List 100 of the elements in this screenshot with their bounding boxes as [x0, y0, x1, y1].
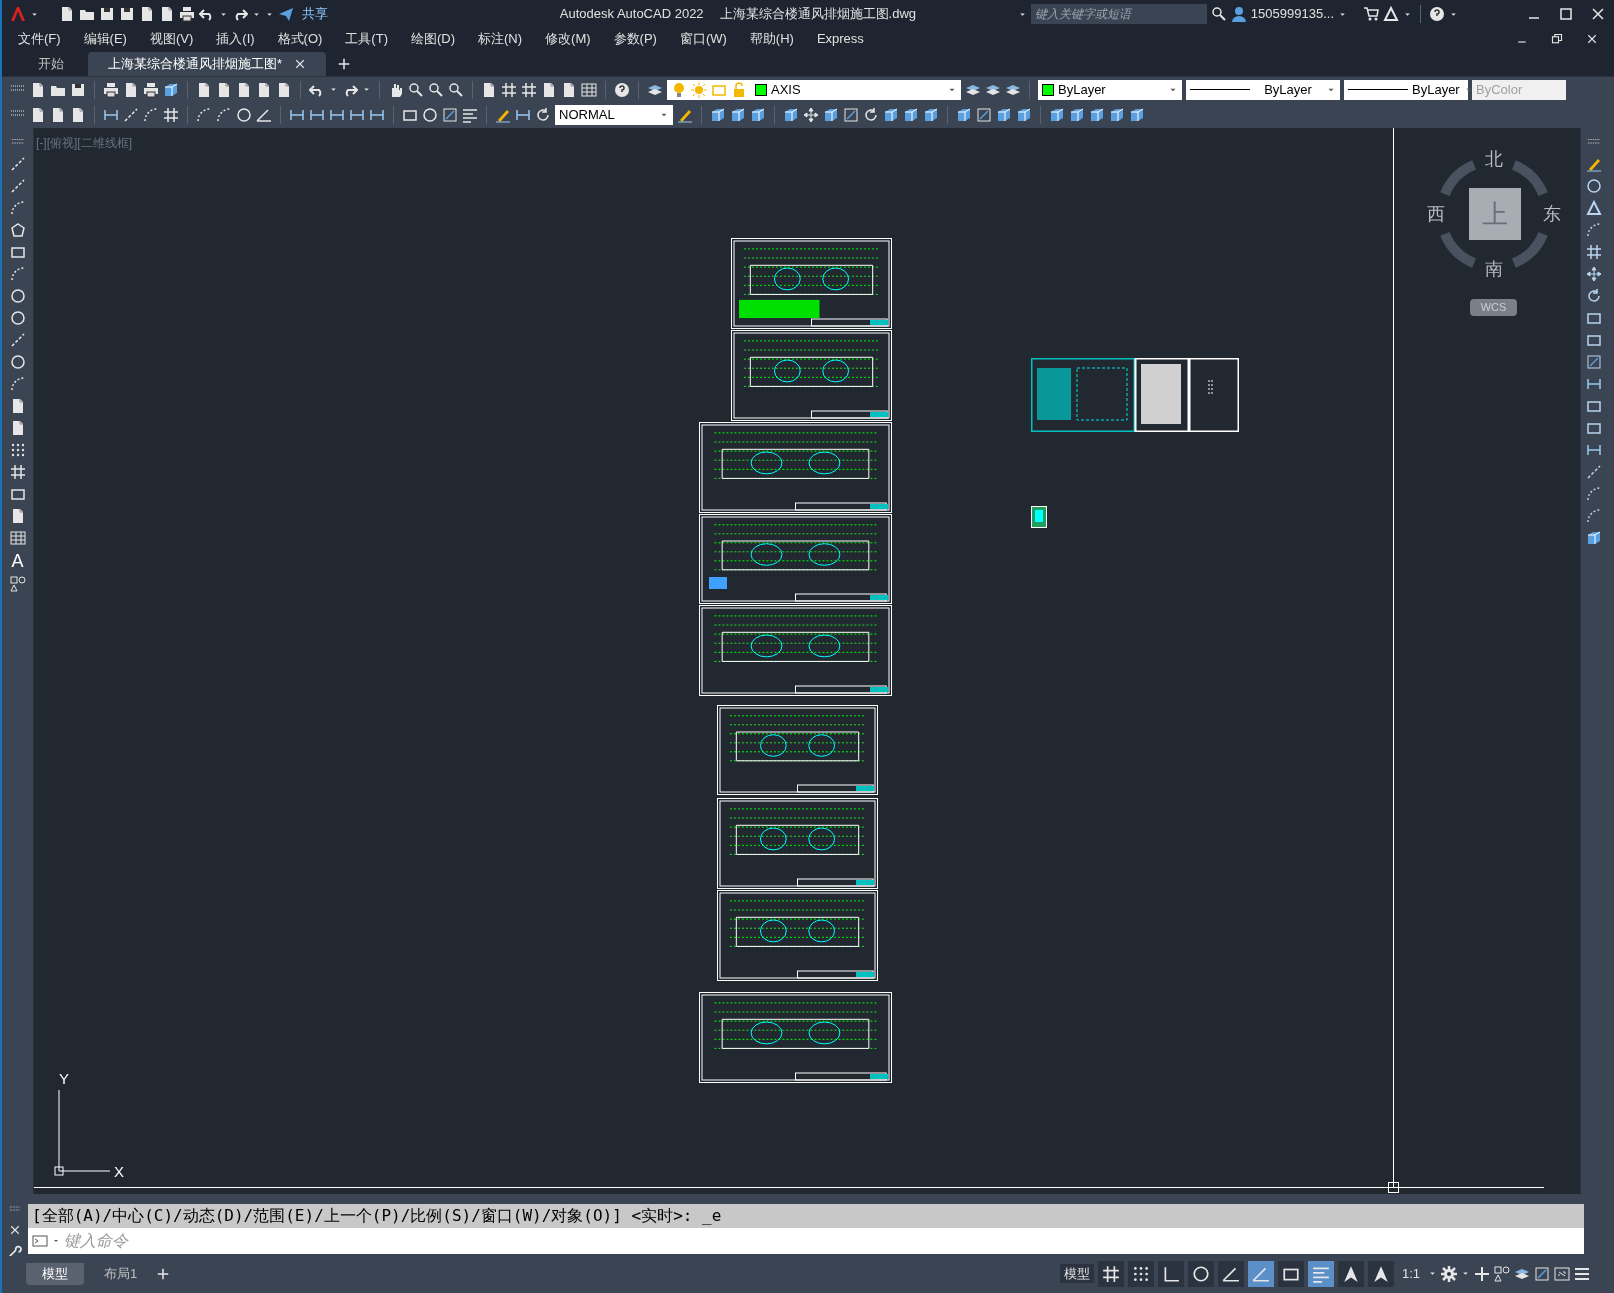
line-icon[interactable] — [9, 156, 26, 172]
status-toggle[interactable] — [1127, 1260, 1154, 1287]
save-icon[interactable] — [119, 6, 135, 22]
linetype-dropdown[interactable]: ByLayer — [1186, 79, 1340, 100]
print-icon[interactable] — [179, 6, 195, 22]
document-icon[interactable] — [50, 107, 66, 123]
close-icon[interactable] — [1586, 33, 1598, 45]
cube-icon[interactable] — [1129, 107, 1145, 123]
table-icon[interactable] — [581, 81, 597, 98]
maximize-icon[interactable] — [1558, 6, 1574, 22]
pencil-icon[interactable] — [1585, 156, 1602, 172]
document-icon[interactable] — [561, 81, 577, 98]
layout-tab[interactable]: 布局1 — [88, 1262, 154, 1285]
compass-ring-segment[interactable] — [1511, 160, 1548, 197]
rectangle-icon[interactable] — [1585, 398, 1602, 414]
compass-east[interactable]: 东 — [1543, 204, 1561, 224]
print-icon[interactable] — [143, 81, 159, 98]
close-icon[interactable] — [9, 1224, 21, 1236]
move-icon[interactable] — [1585, 266, 1602, 282]
grid-icon[interactable] — [163, 107, 179, 123]
caret-icon[interactable] — [1428, 1269, 1437, 1278]
cube-icon[interactable] — [1049, 107, 1065, 123]
document-icon[interactable] — [541, 81, 557, 98]
line-icon[interactable] — [1585, 464, 1602, 480]
compass-ring-segment[interactable] — [1440, 231, 1477, 268]
search-field[interactable]: 键入关键字或短语 — [1030, 4, 1207, 24]
restore-icon[interactable] — [1551, 33, 1563, 45]
color-dropdown[interactable]: ByLayer — [1038, 79, 1182, 100]
cube-icon[interactable] — [1109, 107, 1125, 123]
document-icon[interactable] — [30, 81, 46, 98]
rectangle-icon[interactable] — [9, 244, 26, 260]
layout-tab[interactable]: 模型 — [26, 1262, 84, 1285]
document-icon[interactable] — [196, 81, 212, 98]
polygon-icon[interactable] — [9, 222, 26, 238]
help-icon[interactable] — [1429, 6, 1445, 22]
menu-item[interactable]: Express — [816, 29, 864, 49]
bulb-icon[interactable] — [671, 81, 687, 98]
menu-item[interactable]: 编辑(E) — [83, 29, 127, 49]
line-icon[interactable] — [9, 332, 26, 348]
lineweight-dropdown[interactable]: ByLayer — [1344, 79, 1468, 100]
document-icon[interactable] — [59, 6, 75, 22]
user-name[interactable]: 1505999135... — [1250, 4, 1334, 24]
menu-icon[interactable] — [1574, 1265, 1590, 1282]
document-icon[interactable] — [216, 81, 232, 98]
zoom-icon[interactable] — [408, 81, 424, 98]
arc-icon[interactable] — [9, 200, 26, 216]
document-icon[interactable] — [236, 81, 252, 98]
grid-icon[interactable] — [1585, 244, 1602, 260]
compass-south[interactable]: 南 — [1485, 259, 1503, 279]
circle-icon[interactable] — [9, 288, 26, 304]
arc-icon[interactable] — [196, 107, 212, 123]
menu-item[interactable]: 工具(T) — [345, 29, 388, 49]
caret-icon[interactable] — [362, 85, 371, 94]
menu-item[interactable]: 帮助(H) — [749, 29, 794, 49]
menu-item[interactable]: 文件(F) — [18, 29, 61, 49]
rectangle-icon[interactable] — [402, 107, 418, 123]
rectangle-icon[interactable] — [1585, 332, 1602, 348]
caret-icon[interactable] — [1461, 1269, 1470, 1278]
status-toggle[interactable] — [1247, 1260, 1274, 1287]
send-icon[interactable] — [278, 6, 294, 22]
cube-icon[interactable] — [956, 107, 972, 123]
terminal-icon[interactable] — [32, 1233, 48, 1249]
shapes-icon[interactable] — [9, 576, 26, 592]
plus-icon[interactable] — [338, 58, 351, 70]
document-icon[interactable] — [276, 81, 292, 98]
circle-icon[interactable] — [9, 310, 26, 326]
cube-icon[interactable] — [1089, 107, 1105, 123]
arc-icon[interactable] — [216, 107, 232, 123]
rotate-icon[interactable] — [1585, 288, 1602, 304]
menu-item[interactable]: 窗口(W) — [679, 29, 727, 49]
circle-icon[interactable] — [9, 354, 26, 370]
status-toggle[interactable] — [1337, 1260, 1364, 1287]
compass-west[interactable]: 西 — [1427, 204, 1445, 224]
dimension-icon[interactable] — [369, 107, 385, 123]
status-toggle[interactable] — [1217, 1260, 1244, 1287]
cube-icon[interactable] — [883, 107, 899, 123]
help-icon[interactable] — [614, 81, 630, 98]
compass-ring-segment[interactable] — [1440, 160, 1477, 197]
cube-icon[interactable] — [903, 107, 919, 123]
dots-icon[interactable] — [9, 442, 26, 458]
document-icon[interactable] — [159, 6, 175, 22]
fullscreen-icon[interactable] — [1554, 1265, 1570, 1282]
menu-item[interactable]: 格式(O) — [277, 29, 323, 49]
compass-north[interactable]: 北 — [1485, 149, 1503, 169]
circle-icon[interactable] — [236, 107, 252, 123]
arc-icon[interactable] — [9, 266, 26, 282]
annotation-scale[interactable]: 1:1 — [1397, 1263, 1424, 1284]
menu-item[interactable]: 视图(V) — [149, 29, 194, 49]
cart-icon[interactable] — [1363, 6, 1379, 22]
zoom-icon[interactable] — [1210, 6, 1227, 22]
grid-icon[interactable] — [9, 464, 26, 480]
rotate-icon[interactable] — [535, 107, 551, 123]
print-icon[interactable] — [103, 81, 119, 98]
compass-ring-segment[interactable] — [1511, 231, 1548, 268]
wrench-icon[interactable] — [8, 1244, 22, 1258]
cube-icon[interactable] — [750, 107, 766, 123]
status-toggle[interactable] — [1097, 1260, 1124, 1287]
dimension-icon[interactable] — [309, 107, 325, 123]
dimension-icon[interactable] — [329, 107, 345, 123]
status-toggle[interactable] — [1277, 1260, 1304, 1287]
